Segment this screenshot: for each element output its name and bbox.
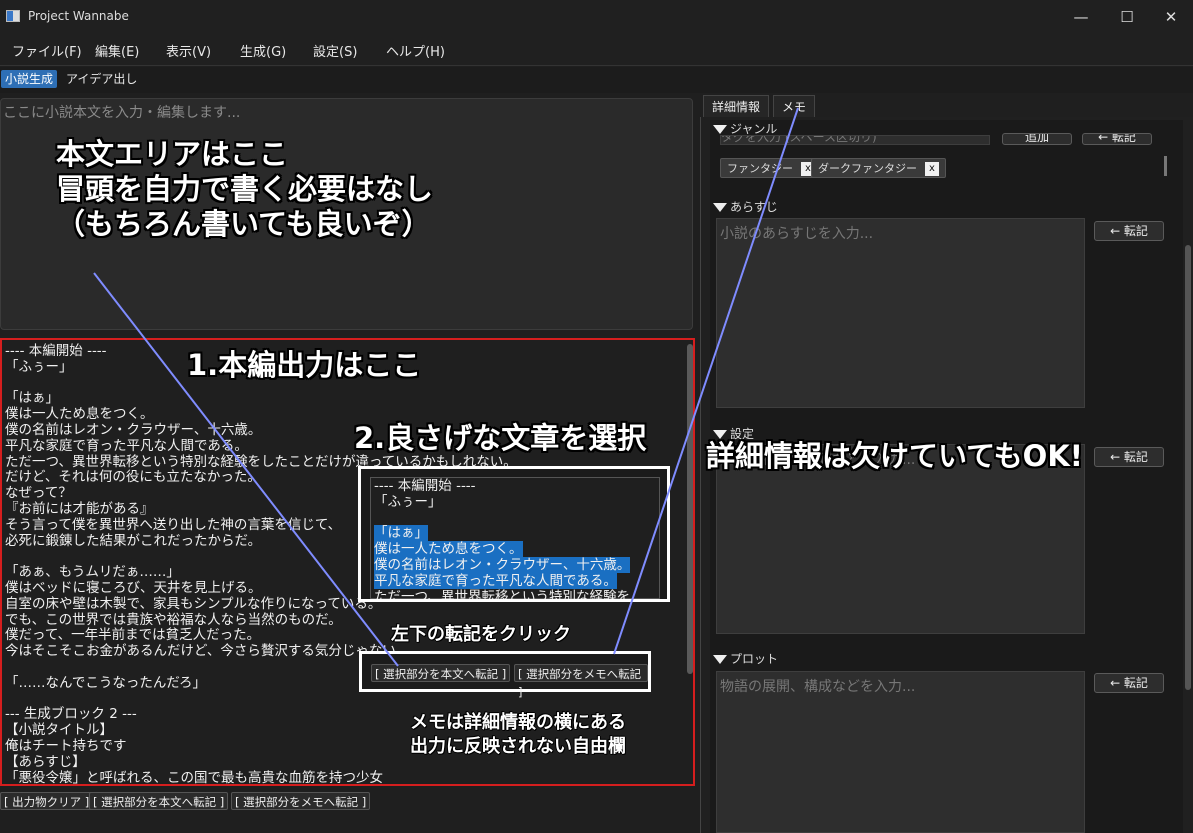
arrow-to-memo-tab xyxy=(613,107,799,655)
annotation-main-area: 本文エリアはここ 冒頭を自力で書く必要はなし （もちろん書いても良いぞ） xyxy=(56,137,433,242)
annotation-line: 出力に反映されない自由欄 xyxy=(410,736,626,757)
annotation-line: 本文エリアはここ xyxy=(56,137,289,171)
annotation-line: 冒頭を自力で書く必要はなし xyxy=(56,172,434,206)
annotation-line: メモは詳細情報の横にある xyxy=(410,712,626,733)
annotation-step1: 1.本編出力はここ xyxy=(187,348,422,382)
arrow-to-main-transfer xyxy=(93,272,399,667)
annotation-step2: 2.良さげな文章を選択 xyxy=(354,421,647,455)
annotation-click-hint: 左下の転記をクリック xyxy=(391,624,571,645)
annotation-details-ok: 詳細情報は欠けていてもOK! xyxy=(706,439,1084,473)
annotation-line: （もちろん書いても良いぞ） xyxy=(56,207,431,241)
annotation-memo-note: メモは詳細情報の横にある 出力に反映されない自由欄 xyxy=(410,711,626,759)
